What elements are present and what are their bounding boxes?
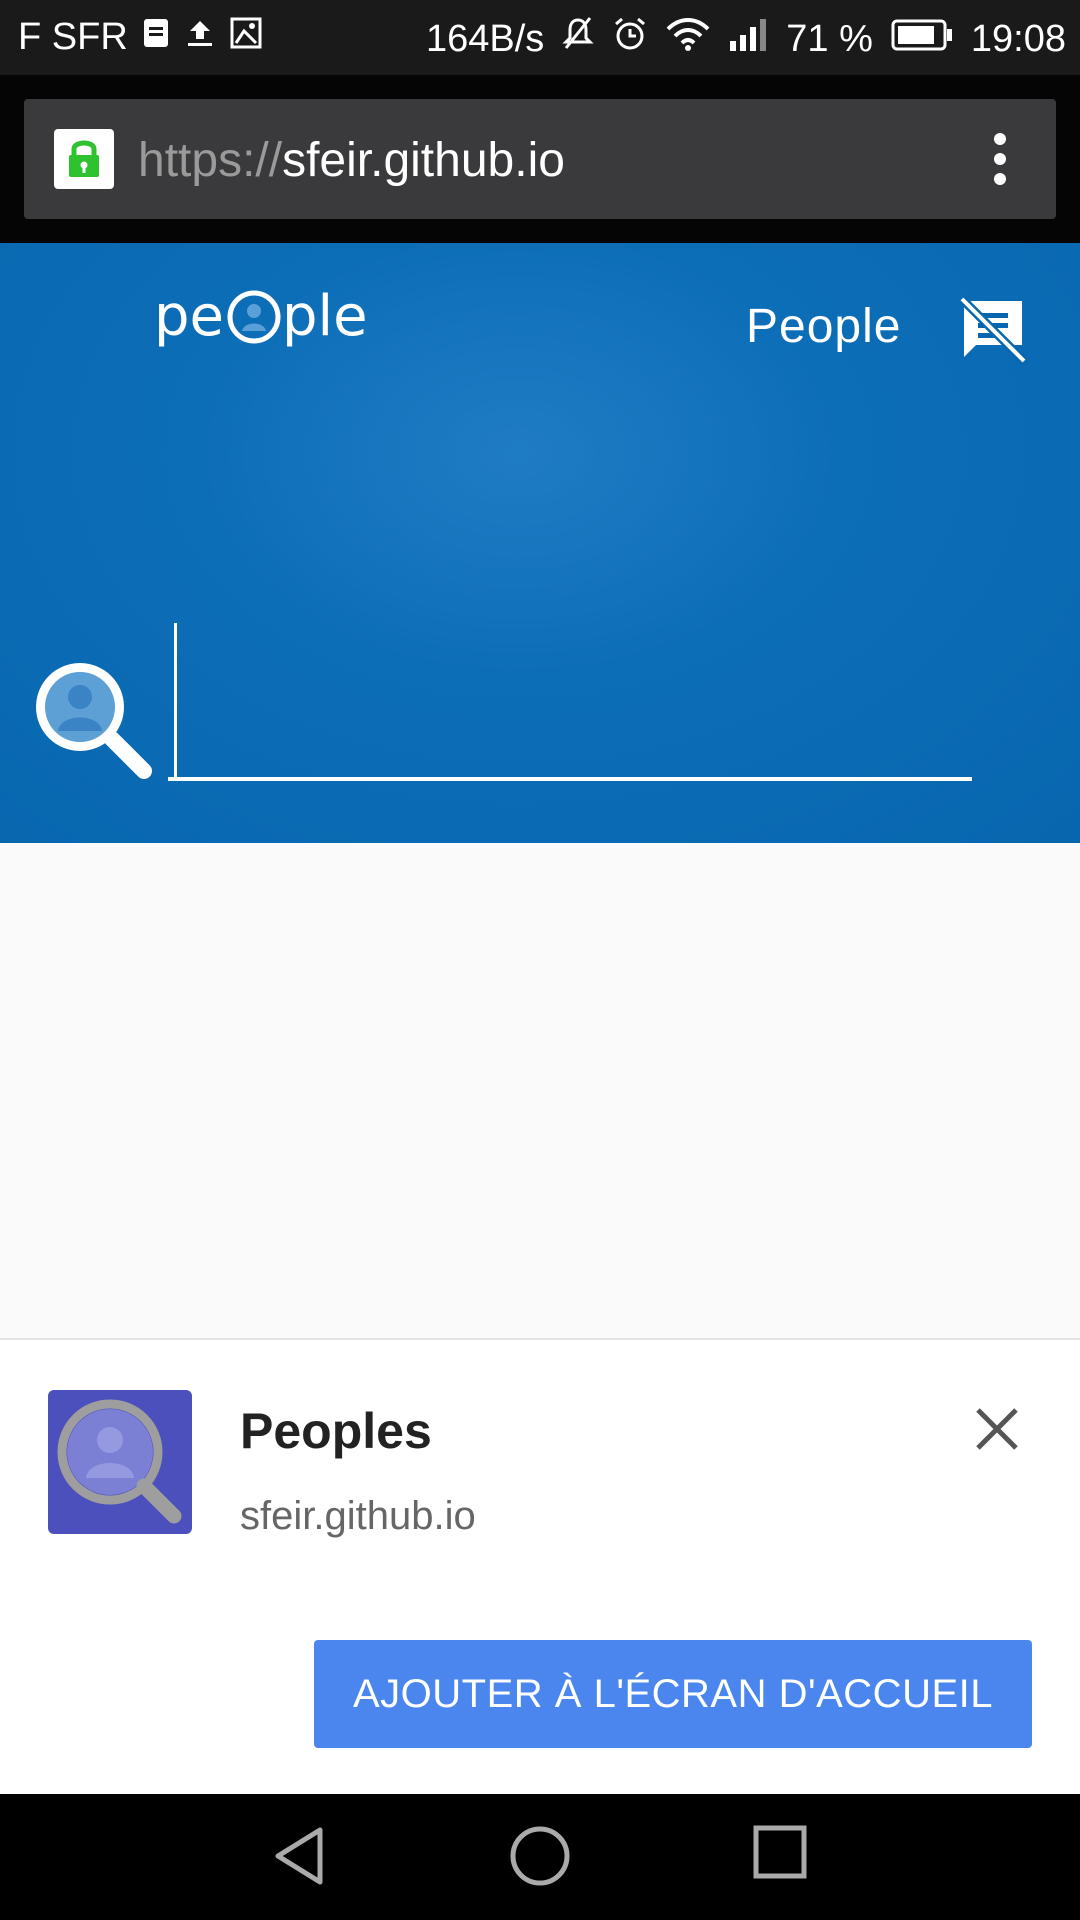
battery-percent: 71 % (786, 17, 873, 60)
hero-header: pe ple People (0, 243, 1080, 843)
people-logo[interactable]: pe ple (154, 284, 376, 362)
search-input[interactable] (168, 623, 972, 781)
address-bar[interactable]: https://sfeir.github.io (24, 99, 1056, 219)
image-icon (230, 16, 262, 59)
search-person-icon (28, 655, 154, 786)
add-to-homescreen-button[interactable]: AJOUTER À L'ÉCRAN D'ACCUEIL (314, 1640, 1032, 1748)
url-text[interactable]: https://sfeir.github.io (138, 133, 565, 188)
svg-text:pe: pe (154, 287, 224, 349)
recents-icon[interactable] (752, 1824, 808, 1885)
close-icon[interactable] (970, 1402, 1024, 1456)
mute-icon (562, 16, 594, 62)
browser-toolbar: https://sfeir.github.io (0, 75, 1080, 243)
app-icon (48, 1390, 192, 1534)
header-title: People (746, 300, 902, 353)
home-icon[interactable] (508, 1824, 572, 1893)
svg-text:ple: ple (282, 287, 368, 349)
network-speed: 164B/s (425, 17, 545, 60)
app-name: Peoples (240, 1403, 432, 1459)
chat-off-icon[interactable] (958, 295, 1028, 370)
signal-icon (728, 17, 768, 61)
system-nav-bar (0, 1794, 1080, 1920)
add-to-homescreen-banner: Peoples sfeir.github.io AJOUTER À L'ÉCRA… (0, 1338, 1080, 1796)
status-bar: F SFR 164B/s 71 % 19:08 (0, 0, 1080, 75)
url-scheme: https:// (138, 134, 283, 187)
upload-icon (184, 16, 216, 59)
notification-icon (142, 16, 170, 59)
back-icon[interactable] (272, 1824, 326, 1893)
carrier-label: F SFR (18, 16, 128, 58)
lock-icon[interactable] (54, 129, 114, 189)
app-url: sfeir.github.io (240, 1494, 476, 1538)
overflow-menu-icon[interactable] (994, 133, 1008, 187)
wifi-icon (666, 17, 710, 61)
battery-icon (891, 18, 953, 61)
url-host: sfeir.github.io (282, 134, 565, 187)
alarm-icon (612, 16, 648, 62)
clock: 19:08 (970, 17, 1066, 60)
text-caret (174, 623, 177, 779)
